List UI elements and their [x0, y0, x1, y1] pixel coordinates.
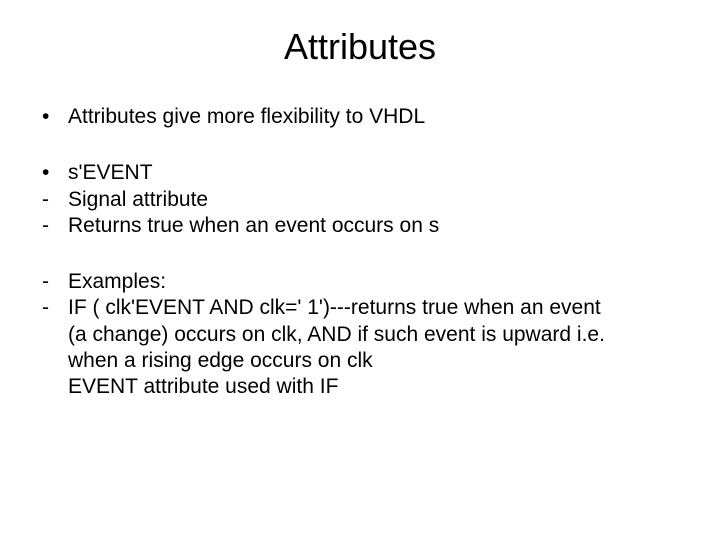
list-item-line: (a change) occurs on clk, AND if such ev… — [68, 322, 680, 348]
list-item-text: s'EVENT — [68, 161, 153, 184]
slide-title: Attributes — [40, 26, 680, 68]
bullet-group-2: s'EVENT Signal attribute Returns true wh… — [40, 160, 680, 239]
list-item-text: Examples: — [68, 270, 166, 293]
list-item: IF ( clk'EVENT AND clk=' 1')---returns t… — [40, 295, 680, 400]
list-item-line: when a rising edge occurs on clk — [68, 348, 680, 374]
list-item: Examples: — [40, 269, 680, 295]
slide: Attributes Attributes give more flexibil… — [0, 0, 720, 540]
list-item-text: Returns true when an event occurs on s — [68, 214, 439, 237]
list-item-text: Signal attribute — [68, 188, 208, 211]
list-item-line: IF ( clk'EVENT AND clk=' 1')---returns t… — [68, 295, 680, 321]
bullet-group-3: Examples: IF ( clk'EVENT AND clk=' 1')--… — [40, 269, 680, 400]
list-item-text: Attributes give more flexibility to VHDL — [68, 105, 425, 128]
list-item: Attributes give more flexibility to VHDL — [40, 104, 680, 130]
list-item: Returns true when an event occurs on s — [40, 213, 680, 239]
bullet-group-1: Attributes give more flexibility to VHDL — [40, 104, 680, 130]
list-item: Signal attribute — [40, 187, 680, 213]
list-item-line: EVENT attribute used with IF — [68, 374, 680, 400]
list-item: s'EVENT — [40, 160, 680, 186]
